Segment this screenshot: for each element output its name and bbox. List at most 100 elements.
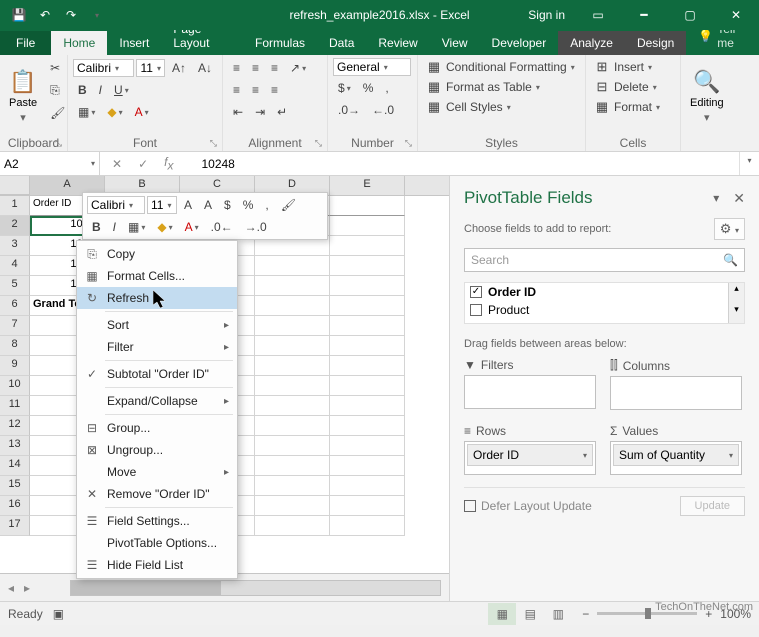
mini-font-color-icon[interactable]: A▾	[180, 217, 204, 237]
ctx-filter[interactable]: Filter▸	[77, 336, 237, 358]
clipboard-launcher-icon[interactable]: ⤡	[55, 138, 62, 149]
mini-percent-icon[interactable]: %	[238, 195, 259, 215]
font-launcher-icon[interactable]: ⤡	[210, 138, 217, 149]
tab-file[interactable]: File	[0, 31, 51, 55]
grow-font-icon[interactable]: A↑	[167, 58, 191, 78]
qat-customize-icon[interactable]: ▾	[86, 4, 108, 26]
mini-format-painter-icon[interactable]: 🖌	[276, 195, 301, 215]
cell[interactable]	[330, 216, 405, 236]
cell[interactable]	[255, 456, 330, 476]
ctx-pivottable-options[interactable]: PivotTable Options...	[77, 532, 237, 554]
field-order-id[interactable]: ✓Order ID	[465, 283, 744, 301]
mini-borders-icon[interactable]: ▦▾	[123, 217, 150, 237]
format-as-table-button[interactable]: ▦Format as Table▾	[423, 78, 580, 96]
format-cells-button[interactable]: ▦Format▾	[591, 98, 675, 116]
orientation-icon[interactable]: ↗▾	[285, 58, 311, 78]
tab-analyze[interactable]: Analyze	[558, 31, 625, 55]
comma-icon[interactable]: ,	[380, 78, 393, 98]
maximize-icon[interactable]: ▢	[667, 0, 713, 30]
ctx-group[interactable]: ⊟Group...	[77, 417, 237, 439]
row-header-4[interactable]: 4	[0, 256, 30, 276]
decrease-decimal-icon[interactable]: ←.0	[367, 100, 399, 120]
percent-icon[interactable]: %	[358, 78, 379, 98]
increase-decimal-icon[interactable]: .0→	[333, 100, 365, 120]
cell[interactable]	[330, 196, 405, 216]
pane-dropdown-icon[interactable]: ▾	[713, 191, 719, 205]
cell[interactable]	[255, 476, 330, 496]
cell[interactable]	[255, 436, 330, 456]
tab-formulas[interactable]: Formulas	[243, 31, 317, 55]
cell[interactable]	[330, 296, 405, 316]
cancel-formula-icon[interactable]: ✕	[108, 157, 126, 171]
cell[interactable]	[255, 336, 330, 356]
tab-design[interactable]: Design	[625, 31, 686, 55]
row-header-10[interactable]: 10	[0, 376, 30, 396]
mini-inc-decimal-icon[interactable]: →.0	[240, 217, 272, 237]
update-button[interactable]: Update	[680, 496, 745, 516]
columns-dropzone[interactable]	[610, 376, 742, 410]
name-box[interactable]: A2▾	[0, 152, 100, 175]
fill-color-icon[interactable]: ◆▾	[102, 102, 127, 122]
underline-button[interactable]: U▾	[109, 80, 134, 100]
field-product[interactable]: Product	[465, 301, 744, 319]
cell[interactable]	[255, 276, 330, 296]
row-header-1[interactable]: 1	[0, 196, 30, 216]
cell[interactable]	[255, 416, 330, 436]
decrease-indent-icon[interactable]: ⇤	[228, 102, 248, 122]
mini-fill-color-icon[interactable]: ◆▾	[152, 217, 177, 237]
mini-comma-icon[interactable]: ,	[260, 195, 273, 215]
borders-icon[interactable]: ▦▾	[73, 102, 100, 122]
row-header-15[interactable]: 15	[0, 476, 30, 496]
select-all-corner[interactable]	[0, 176, 30, 195]
cell[interactable]	[330, 336, 405, 356]
field-list[interactable]: ✓Order IDProduct ▴ ▾	[464, 282, 745, 324]
delete-cells-button[interactable]: ⊟Delete▾	[591, 78, 675, 96]
cell[interactable]	[255, 296, 330, 316]
zoom-out-icon[interactable]: −	[582, 607, 589, 621]
cell[interactable]	[330, 476, 405, 496]
font-size-combo[interactable]: 11▾	[136, 59, 164, 77]
cell[interactable]	[330, 416, 405, 436]
cell[interactable]	[330, 256, 405, 276]
row-header-7[interactable]: 7	[0, 316, 30, 336]
align-middle-icon[interactable]: ≡	[247, 58, 264, 78]
page-break-view-icon[interactable]: ▥	[544, 603, 572, 625]
undo-icon[interactable]: ↶	[34, 4, 56, 26]
cell[interactable]	[255, 376, 330, 396]
rows-dropzone[interactable]: Order ID▾	[464, 441, 596, 475]
mini-accounting-icon[interactable]: $	[219, 195, 236, 215]
cell[interactable]	[330, 496, 405, 516]
ctx-move[interactable]: Move▸	[77, 461, 237, 483]
tab-home[interactable]: Home	[51, 31, 107, 55]
cell[interactable]	[255, 356, 330, 376]
page-layout-view-icon[interactable]: ▤	[516, 603, 544, 625]
align-top-icon[interactable]: ≡	[228, 58, 245, 78]
redo-icon[interactable]: ↷	[60, 4, 82, 26]
fx-icon[interactable]: fx	[160, 155, 177, 172]
save-icon[interactable]: 💾	[8, 4, 30, 26]
filters-dropzone[interactable]	[464, 375, 596, 409]
mini-size-combo[interactable]: 11▾	[147, 196, 177, 214]
horizontal-scrollbar[interactable]	[70, 580, 441, 596]
row-header-8[interactable]: 8	[0, 336, 30, 356]
row-header-9[interactable]: 9	[0, 356, 30, 376]
mini-dec-decimal-icon[interactable]: .0←	[206, 217, 238, 237]
tab-developer[interactable]: Developer	[480, 31, 559, 55]
enter-formula-icon[interactable]: ✓	[134, 157, 152, 171]
cut-icon[interactable]: ✂	[45, 58, 70, 78]
ctx-remove-order-id[interactable]: ✕Remove "Order ID"	[77, 483, 237, 505]
ribbon-options-icon[interactable]: ▭	[575, 0, 621, 30]
tab-data[interactable]: Data	[317, 31, 366, 55]
mini-bold-button[interactable]: B	[87, 217, 106, 237]
field-search-input[interactable]: Search 🔍	[464, 248, 745, 272]
sheet-nav-right-icon[interactable]: ▸	[24, 581, 30, 595]
number-format-combo[interactable]: General▾	[333, 58, 411, 76]
row-header-6[interactable]: 6	[0, 296, 30, 316]
cell[interactable]	[330, 456, 405, 476]
ctx-field-settings[interactable]: ☰Field Settings...	[77, 510, 237, 532]
ctx-expand-collapse[interactable]: Expand/Collapse▸	[77, 390, 237, 412]
sign-in-link[interactable]: Sign in	[518, 4, 575, 26]
cell[interactable]	[330, 236, 405, 256]
align-bottom-icon[interactable]: ≡	[266, 58, 283, 78]
paste-button[interactable]: 📋 Paste▾	[5, 58, 41, 135]
